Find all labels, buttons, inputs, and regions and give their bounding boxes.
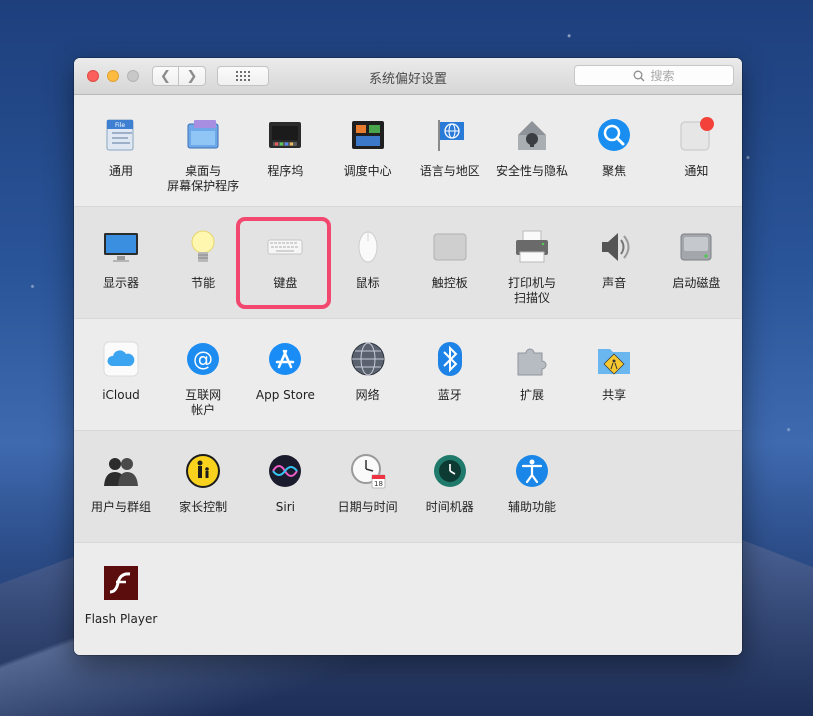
pref-item-label: iCloud xyxy=(102,388,140,402)
pref-item-label: 日期与时间 xyxy=(337,500,398,514)
pref-item-icloud[interactable]: iCloud xyxy=(80,319,162,419)
pref-item-time-machine[interactable]: 时间机器 xyxy=(409,431,491,531)
pref-item-label: 网络 xyxy=(355,388,380,402)
pref-item-label: 互联网 帐户 xyxy=(185,388,222,417)
spotlight-icon xyxy=(596,117,632,153)
pref-item-desktop-screensaver[interactable]: 桌面与 屏幕保护程序 xyxy=(162,95,244,195)
notifications-icon xyxy=(678,117,715,153)
network-icon xyxy=(350,341,386,377)
pref-item-bluetooth[interactable]: 蓝牙 xyxy=(409,319,491,419)
pref-item-label: 家长控制 xyxy=(179,500,228,514)
flash-player-icon xyxy=(103,565,139,601)
pref-item-extensions[interactable]: 扩展 xyxy=(491,319,573,419)
pref-item-label: Flash Player xyxy=(84,612,158,626)
pref-item-parental-controls[interactable]: 家长控制 xyxy=(162,431,244,531)
pref-item-label: 键盘 xyxy=(273,276,298,290)
pref-item-sound[interactable]: 声音 xyxy=(573,207,655,307)
general-icon: File xyxy=(103,117,139,153)
pref-item-label: 声音 xyxy=(602,276,627,290)
sharing-icon xyxy=(596,341,632,377)
search-icon xyxy=(634,70,645,81)
search-field[interactable]: 搜索 xyxy=(574,65,734,86)
pref-item-label: Siri xyxy=(275,500,295,514)
svg-text:@: @ xyxy=(193,347,213,371)
sound-icon xyxy=(596,229,632,265)
pref-item-spotlight[interactable]: 聚焦 xyxy=(573,95,655,195)
pref-item-label: 触控板 xyxy=(431,276,468,290)
printer-scanner-icon xyxy=(514,229,550,265)
pref-item-label: 通知 xyxy=(684,164,709,178)
pref-item-trackpad[interactable]: 触控板 xyxy=(409,207,491,307)
time-machine-icon xyxy=(432,453,468,489)
pref-item-label: 启动磁盘 xyxy=(672,276,721,290)
extensions-icon xyxy=(514,341,550,377)
svg-text:File: File xyxy=(115,122,125,129)
pref-item-accessibility[interactable]: 辅助功能 xyxy=(491,431,573,531)
pref-item-label: 共享 xyxy=(602,388,627,402)
pref-item-app-store[interactable]: App Store xyxy=(244,319,326,419)
pref-item-label: 辅助功能 xyxy=(507,500,556,514)
siri-icon xyxy=(267,453,303,489)
startup-disk-icon xyxy=(678,229,714,265)
pref-item-printer-scanner[interactable]: 打印机与 扫描仪 xyxy=(491,207,573,307)
pref-item-label: 时间机器 xyxy=(425,500,474,514)
mission-control-icon xyxy=(350,117,386,153)
keyboard-icon xyxy=(267,229,303,265)
pref-item-siri[interactable]: Siri xyxy=(244,431,326,531)
pref-item-label: 蓝牙 xyxy=(437,388,462,402)
pref-item-label: 扩展 xyxy=(519,388,544,402)
pref-item-label: 节能 xyxy=(191,276,216,290)
pref-item-startup-disk[interactable]: 启动磁盘 xyxy=(655,207,737,307)
desktop-screensaver-icon xyxy=(185,117,221,153)
energy-saver-icon xyxy=(185,229,221,265)
app-store-icon xyxy=(267,341,303,377)
pref-item-sharing[interactable]: 共享 xyxy=(573,319,655,419)
accessibility-icon xyxy=(514,453,550,489)
titlebar: ❮ ❯ 系统偏好设置 搜索 xyxy=(74,58,742,95)
internet-accounts-icon: @ xyxy=(185,341,221,377)
bluetooth-icon xyxy=(432,341,468,377)
pref-item-displays[interactable]: 显示器 xyxy=(80,207,162,307)
security-privacy-icon xyxy=(514,117,550,153)
section-other xyxy=(74,543,742,655)
pref-item-energy-saver[interactable]: 节能 xyxy=(162,207,244,307)
mouse-icon xyxy=(350,229,386,265)
pref-item-label: 打印机与 扫描仪 xyxy=(507,276,556,305)
pref-item-label: 程序坞 xyxy=(267,164,304,178)
pref-item-label: 桌面与 屏幕保护程序 xyxy=(167,164,240,193)
dock-icon xyxy=(267,117,303,153)
language-region-icon xyxy=(432,117,468,153)
pref-item-label: 通用 xyxy=(108,164,133,178)
pref-item-language-region[interactable]: 语言与地区 xyxy=(409,95,491,195)
system-preferences-window: ❮ ❯ 系统偏好设置 搜索 File 通用 桌面与 屏幕保护程序 程序坞 调度中心 语言与… xyxy=(74,58,742,655)
pref-item-users-groups[interactable]: 用户与群组 xyxy=(80,431,162,531)
trackpad-icon xyxy=(432,229,468,265)
pref-item-network[interactable]: 网络 xyxy=(327,319,409,419)
pref-item-label: App Store xyxy=(255,388,315,402)
pref-item-security-privacy[interactable]: 安全性与隐私 xyxy=(491,95,573,195)
displays-icon xyxy=(103,229,139,265)
pref-item-flash-player[interactable]: Flash Player xyxy=(80,543,162,643)
pref-item-general[interactable]: File 通用 xyxy=(80,95,162,195)
date-time-icon: 18 xyxy=(350,453,386,489)
search-placeholder: 搜索 xyxy=(650,69,675,83)
pref-item-label: 聚焦 xyxy=(602,164,627,178)
pref-item-label: 语言与地区 xyxy=(419,164,480,178)
icloud-icon xyxy=(103,341,139,377)
pref-item-label: 安全性与隐私 xyxy=(495,164,568,178)
pref-item-dock[interactable]: 程序坞 xyxy=(244,95,326,195)
pref-item-keyboard[interactable]: 键盘 xyxy=(244,207,326,307)
pref-item-label: 鼠标 xyxy=(355,276,380,290)
pref-item-internet-accounts[interactable]: @ 互联网 帐户 xyxy=(162,319,244,419)
pref-item-label: 调度中心 xyxy=(343,164,392,178)
svg-text:18: 18 xyxy=(374,480,383,488)
pref-item-date-time[interactable]: 18 日期与时间 xyxy=(327,431,409,531)
pref-item-notifications[interactable]: 通知 xyxy=(655,95,737,195)
pref-item-mouse[interactable]: 鼠标 xyxy=(327,207,409,307)
pref-item-label: 显示器 xyxy=(102,276,139,290)
pref-item-mission-control[interactable]: 调度中心 xyxy=(327,95,409,195)
users-groups-icon xyxy=(103,453,139,489)
pref-item-label: 用户与群组 xyxy=(90,500,151,514)
parental-controls-icon xyxy=(185,453,221,489)
